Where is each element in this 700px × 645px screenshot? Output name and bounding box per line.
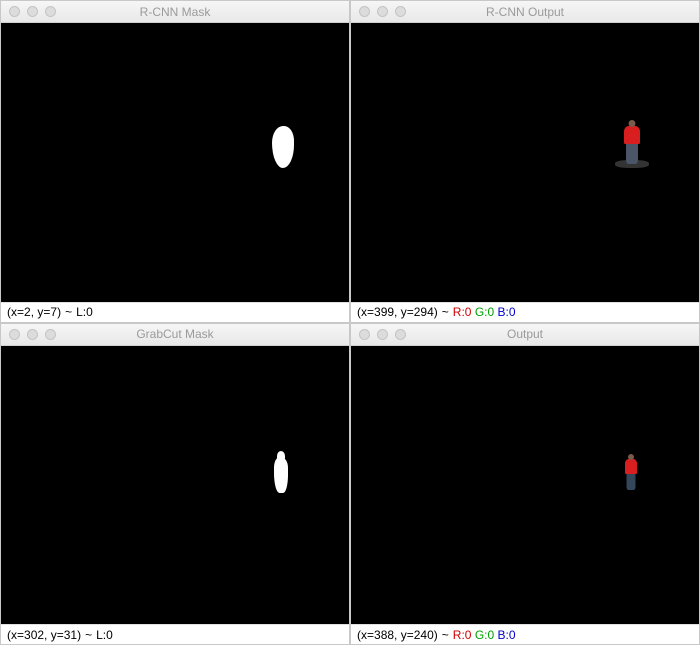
separator: ~ — [442, 305, 449, 319]
window-grabcut-mask: GrabCut Mask (x=302, y=31) ~ L:0 — [0, 323, 350, 645]
minimize-icon[interactable] — [27, 6, 38, 17]
status-bar: (x=399, y=294) ~ R:0 G:0 B:0 — [351, 302, 699, 322]
image-canvas[interactable] — [1, 346, 349, 625]
b-readout: B:0 — [498, 305, 516, 319]
coord-readout: (x=388, y=240) — [357, 628, 438, 642]
close-icon[interactable] — [9, 329, 20, 340]
r-readout: R:0 — [453, 628, 472, 642]
person-head — [628, 454, 634, 460]
status-bar: (x=2, y=7) ~ L:0 — [1, 302, 349, 322]
mask-blob — [272, 126, 294, 168]
mask-blob — [274, 457, 288, 493]
person-figure — [619, 120, 645, 166]
close-icon[interactable] — [359, 6, 370, 17]
g-readout: G:0 — [475, 628, 494, 642]
g-readout: G:0 — [475, 305, 494, 319]
traffic-lights — [359, 6, 406, 17]
zoom-icon[interactable] — [395, 6, 406, 17]
coord-readout: (x=2, y=7) — [7, 305, 61, 319]
window-grid: R-CNN Mask (x=2, y=7) ~ L:0 R-CNN Output — [0, 0, 700, 645]
luminance-readout: L:0 — [96, 628, 113, 642]
zoom-icon[interactable] — [395, 329, 406, 340]
minimize-icon[interactable] — [27, 329, 38, 340]
person-legs — [627, 472, 636, 490]
image-canvas[interactable] — [351, 23, 699, 302]
titlebar[interactable]: GrabCut Mask — [1, 324, 349, 346]
luminance-readout: L:0 — [76, 305, 93, 319]
titlebar[interactable]: R-CNN Mask — [1, 1, 349, 23]
separator: ~ — [442, 628, 449, 642]
person-legs — [626, 142, 638, 164]
window-rcnn-mask: R-CNN Mask (x=2, y=7) ~ L:0 — [0, 0, 350, 323]
person-figure — [622, 454, 640, 492]
coord-readout: (x=399, y=294) — [357, 305, 438, 319]
close-icon[interactable] — [359, 329, 370, 340]
coord-readout: (x=302, y=31) — [7, 628, 81, 642]
r-readout: R:0 — [453, 305, 472, 319]
traffic-lights — [9, 6, 56, 17]
b-readout: B:0 — [498, 628, 516, 642]
titlebar[interactable]: R-CNN Output — [351, 1, 699, 23]
person-torso — [624, 126, 640, 144]
image-canvas[interactable] — [351, 346, 699, 625]
close-icon[interactable] — [9, 6, 20, 17]
titlebar[interactable]: Output — [351, 324, 699, 346]
window-rcnn-output: R-CNN Output (x=399, y=294) ~ R:0 G:0 B:… — [350, 0, 700, 323]
traffic-lights — [9, 329, 56, 340]
minimize-icon[interactable] — [377, 329, 388, 340]
status-bar: (x=302, y=31) ~ L:0 — [1, 624, 349, 644]
separator: ~ — [65, 305, 72, 319]
person-torso — [625, 459, 637, 474]
zoom-icon[interactable] — [45, 6, 56, 17]
zoom-icon[interactable] — [45, 329, 56, 340]
window-output: Output (x=388, y=240) ~ R:0 G:0 B:0 — [350, 323, 700, 645]
minimize-icon[interactable] — [377, 6, 388, 17]
image-canvas[interactable] — [1, 23, 349, 302]
traffic-lights — [359, 329, 406, 340]
separator: ~ — [85, 628, 92, 642]
person-head — [628, 120, 635, 127]
status-bar: (x=388, y=240) ~ R:0 G:0 B:0 — [351, 624, 699, 644]
